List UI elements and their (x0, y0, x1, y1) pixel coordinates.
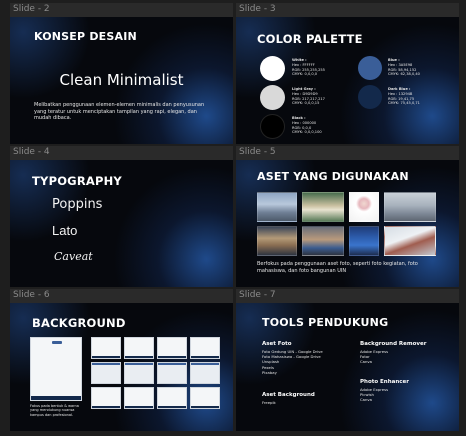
swatch-info: Light Gray : Hex : D9D9D9 RGB: 217,217,2… (292, 87, 325, 106)
tools-group-list: Adobe Express Picwish Canva (360, 387, 388, 403)
background-preview-portrait (30, 337, 82, 401)
header-bar (191, 363, 219, 365)
tools-group-heading: Aset Foto (262, 341, 292, 347)
color-swatch-white (260, 56, 285, 81)
slide-label: Slide - 6 (13, 290, 50, 300)
background-preview (157, 362, 187, 384)
background-preview (124, 337, 154, 359)
slide-label: Slide - 7 (239, 290, 276, 300)
slide-title: TOOLS PENDUKUNG (262, 316, 389, 329)
header-bar (92, 363, 120, 365)
background-preview (190, 337, 220, 359)
font-sample-lato: Lato (52, 223, 78, 238)
slide-label: Slide - 3 (239, 4, 276, 14)
font-sample-poppins: Poppins (52, 197, 103, 212)
slide-subtitle: Clean Minimalist (59, 71, 184, 89)
slide-thumbnail[interactable]: TYPOGRAPHY Poppins Lato Caveat (10, 160, 233, 287)
slide-body-text: Berfokus pada penggunaan aset foto, sepe… (257, 261, 418, 274)
swatch-info: Black : Hex : 000000 RGB: 0,0,0 CMYK: 0,… (292, 116, 322, 135)
slide-label: Slide - 4 (13, 147, 50, 157)
background-preview (124, 387, 154, 409)
footer-bar (191, 356, 219, 358)
header-bar (125, 363, 153, 365)
swatch-info: Dark Blue : Hex : 13294B RGB: 19,41,75 C… (388, 87, 420, 106)
footer-bar (125, 356, 153, 358)
background-preview (157, 387, 187, 409)
footer-bar (125, 406, 153, 408)
slide-thumbnail[interactable]: TOOLS PENDUKUNG Aset Foto Foto Gedung UI… (236, 303, 459, 431)
slide-panel-6[interactable]: Slide - 6 BACKGROUND Fokus pada bentuk &… (10, 289, 233, 431)
slide-label: Slide - 5 (239, 147, 276, 157)
color-swatch-black (260, 114, 285, 139)
header-bar (158, 363, 186, 365)
slide-panel-7[interactable]: Slide - 7 TOOLS PENDUKUNG Aset Foto Foto… (236, 289, 459, 431)
color-swatch-light-gray (260, 85, 285, 110)
building-photo (384, 226, 436, 256)
background-preview (190, 387, 220, 409)
slide-panel-3[interactable]: Slide - 3 COLOR PALETTE White : Hex : FF… (236, 3, 459, 144)
student-photo (349, 192, 379, 222)
background-preview (157, 337, 187, 359)
tools-group-list: Freepik (262, 400, 276, 405)
slide-thumbnail[interactable]: ASET YANG DIGUNAKAN Berfokus pada penggu… (236, 160, 459, 287)
tools-group-heading: Photo Enhancer (360, 379, 409, 385)
slide-thumbnail[interactable]: BACKGROUND Fokus pada bentuk & warna yan… (10, 303, 233, 431)
footer-bar (92, 356, 120, 358)
swatch-info: Blue : Hex : 3A5E98 RGB: 58,94,152 CMYK:… (388, 58, 420, 77)
tools-group-heading: Background Remover (360, 341, 427, 347)
background-preview (91, 337, 121, 359)
slide-title: COLOR PALETTE (257, 32, 363, 46)
slide-panel-5[interactable]: Slide - 5 ASET YANG DIGUNAKAN Berfokus p… (236, 146, 459, 287)
slide-thumbnail[interactable]: KONSEP DESAIN Clean Minimalist Melibatka… (10, 17, 233, 144)
background-caption: Fokus pada bentuk & warna yang mendukung… (30, 404, 79, 417)
color-swatch-dark-blue (358, 85, 382, 109)
tool-item: Freepik (262, 400, 276, 405)
background-preview (124, 362, 154, 384)
campus-building-photo (257, 226, 297, 256)
tool-item: Canva (360, 359, 372, 365)
background-preview (190, 362, 220, 384)
campus-building-photo (257, 192, 297, 222)
activity-photo (302, 192, 344, 222)
slide-title: KONSEP DESAIN (34, 30, 137, 43)
tools-group-list: Adobe Express Fotor Canva (360, 349, 388, 365)
slide-title: TYPOGRAPHY (32, 174, 122, 188)
footer-bar (158, 406, 186, 408)
slide-title: BACKGROUND (32, 316, 126, 330)
logo-icon (52, 341, 62, 344)
footer-bar (31, 396, 81, 400)
slide-panel-2[interactable]: Slide - 2 KONSEP DESAIN Clean Minimalist… (10, 3, 233, 144)
font-sample-caveat: Caveat (54, 250, 93, 263)
footer-bar (158, 356, 186, 358)
slide-thumbnail[interactable]: COLOR PALETTE White : Hex : FFFFFF RGB: … (236, 17, 459, 144)
tools-group-list: Foto Gedung UIN - Google Drive Foto Maha… (262, 349, 323, 375)
color-swatch-blue (358, 56, 382, 80)
activity-photo (302, 226, 344, 256)
student-photo (349, 226, 379, 256)
tools-group-heading: Aset Background (262, 392, 315, 398)
building-photo (384, 192, 436, 222)
footer-bar (92, 406, 120, 408)
slide-panel-4[interactable]: Slide - 4 TYPOGRAPHY Poppins Lato Caveat (10, 146, 233, 287)
swatch-info: White : Hex : FFFFFF RGB: 255,255,255 CM… (292, 58, 325, 77)
slide-body-text: Melibatkan penggunaan elemen-elemen mini… (34, 102, 205, 121)
slide-title: ASET YANG DIGUNAKAN (257, 170, 409, 183)
background-preview (91, 362, 121, 384)
slide-label: Slide - 2 (13, 4, 50, 14)
tool-item: Canva (360, 397, 372, 403)
background-preview (91, 387, 121, 409)
footer-bar (191, 406, 219, 408)
tool-item: Pixabay (262, 369, 277, 375)
